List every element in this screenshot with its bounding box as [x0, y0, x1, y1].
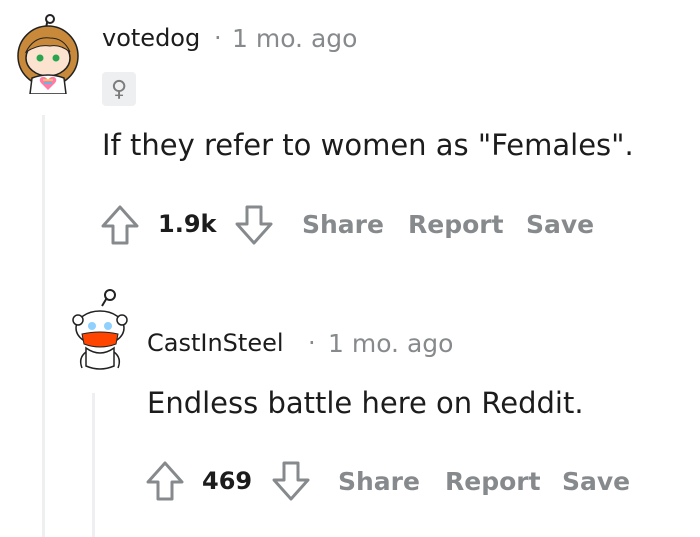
reply-timestamp[interactable]: 1 mo. ago — [328, 329, 453, 358]
reply-score: 469 — [202, 467, 253, 495]
share-button[interactable]: Share — [302, 210, 384, 239]
comment-body: If they refer to women as "Females". — [102, 128, 634, 162]
user-avatar[interactable] — [10, 14, 86, 95]
save-button[interactable]: Save — [526, 210, 594, 239]
comment-score: 1.9k — [158, 210, 217, 238]
comment-timestamp[interactable]: 1 mo. ago — [232, 24, 357, 53]
snoo-avatar-illustration — [72, 289, 128, 370]
report-button[interactable]: Report — [408, 210, 504, 239]
comment-username[interactable]: votedog — [102, 24, 200, 52]
thread-line-top[interactable] — [42, 115, 45, 537]
user-flair-female-icon: ♀ — [102, 72, 136, 106]
reply-body: Endless battle here on Reddit. — [147, 386, 584, 420]
upvote-icon[interactable] — [100, 204, 140, 246]
female-icon: ♀ — [110, 76, 128, 102]
reply-downvote-icon[interactable] — [271, 460, 311, 502]
reply-share-button[interactable]: Share — [338, 467, 420, 496]
reply-meta-separator: · — [308, 329, 316, 357]
reply-username[interactable]: CastInSteel — [147, 329, 284, 357]
reply-user-avatar[interactable] — [64, 288, 134, 374]
reply-report-button[interactable]: Report — [445, 467, 541, 496]
downvote-icon[interactable] — [234, 204, 274, 246]
avatar-illustration — [17, 14, 79, 95]
thread-line-reply[interactable] — [92, 393, 95, 537]
reply-save-button[interactable]: Save — [562, 467, 630, 496]
reply-upvote-icon[interactable] — [145, 460, 185, 502]
meta-separator: · — [214, 24, 222, 52]
